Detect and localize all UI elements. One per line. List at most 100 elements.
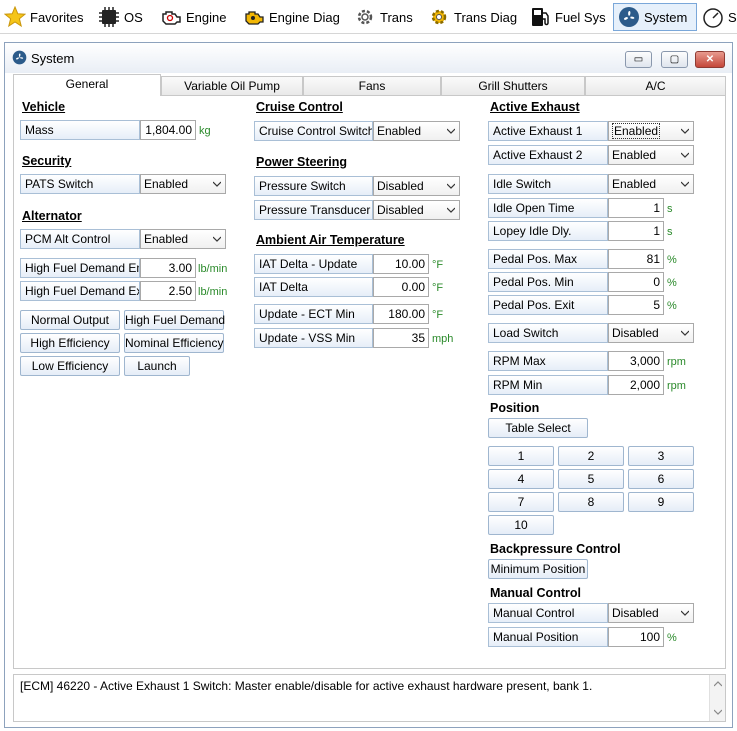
position-7-button[interactable]: 7 [488, 492, 554, 512]
idle-open-time-input[interactable]: 1 [608, 198, 664, 218]
toolbar-engine-diag[interactable]: Engine Diag [243, 3, 340, 31]
pedal-pos-exit-input[interactable]: 5 [608, 295, 664, 315]
rpm-min-input[interactable]: 2,000 [608, 375, 664, 395]
cruise-control-header: Cruise Control [256, 100, 343, 114]
pressure-transducer-value: Disabled [377, 203, 424, 217]
chevron-down-icon [681, 181, 689, 187]
active-exhaust-header: Active Exhaust [490, 100, 580, 114]
position-3-button[interactable]: 3 [628, 446, 694, 466]
chevron-down-icon [213, 181, 221, 187]
pats-switch-dropdown[interactable]: Enabled [140, 174, 226, 194]
idle-switch-dropdown[interactable]: Enabled [608, 174, 694, 194]
rpm-max-label: RPM Max [488, 351, 608, 371]
engine-diag-icon [243, 6, 265, 28]
toolbar-os[interactable]: OS [98, 3, 143, 31]
active-exhaust-1-dropdown[interactable]: Enabled [608, 121, 694, 141]
fuel-pump-icon [529, 6, 551, 28]
top-toolbar: Favorites OS Engine Engine Diag Trans Tr… [0, 0, 737, 34]
low-efficiency-button[interactable]: Low Efficiency [20, 356, 120, 376]
pressure-switch-dropdown[interactable]: Disabled [373, 176, 460, 196]
mass-input[interactable]: 1,804.00 [140, 120, 196, 140]
tab-fans[interactable]: Fans [303, 76, 441, 95]
position-5-button[interactable]: 5 [558, 469, 624, 489]
pedal-pos-min-input[interactable]: 0 [608, 272, 664, 292]
high-fuel-demand-exit-input[interactable]: 2.50 [140, 281, 196, 301]
pedal-pos-max-input[interactable]: 81 [608, 249, 664, 269]
tab-grill-shutters[interactable]: Grill Shutters [441, 76, 585, 95]
maximize-button[interactable]: ▢ [661, 51, 688, 68]
update-vss-min-input[interactable]: 35 [373, 328, 429, 348]
tab-strip: General Variable Oil Pump Fans Grill Shu… [13, 74, 726, 96]
manual-control-header: Manual Control [490, 586, 581, 600]
launch-button[interactable]: Launch [124, 356, 190, 376]
position-4-button[interactable]: 4 [488, 469, 554, 489]
toolbar-speed[interactable]: S [702, 3, 737, 31]
window-title: System [31, 51, 75, 66]
cruise-control-switch-label: Cruise Control Switch [254, 121, 373, 141]
toolbar-fuel-sys[interactable]: Fuel Sys [529, 3, 606, 31]
active-exhaust-2-label: Active Exhaust 2 [488, 145, 608, 165]
toolbar-engine[interactable]: Engine [160, 3, 226, 31]
iat-delta-unit: °F [432, 282, 444, 294]
table-select-button[interactable]: Table Select [488, 418, 588, 438]
manual-control-value: Disabled [612, 606, 659, 620]
idle-open-time-label: Idle Open Time [488, 198, 608, 218]
high-efficiency-button[interactable]: High Efficiency [20, 333, 120, 353]
pressure-transducer-label: Pressure Transducer [254, 200, 373, 220]
pressure-transducer-dropdown[interactable]: Disabled [373, 200, 460, 220]
pedal-pos-max-label: Pedal Pos. Max [488, 249, 608, 269]
star-icon [4, 6, 26, 28]
scroll-down-icon[interactable] [714, 709, 722, 715]
tab-variable-oil-pump[interactable]: Variable Oil Pump [161, 76, 303, 95]
iat-delta-update-input[interactable]: 10.00 [373, 254, 429, 274]
position-2-button[interactable]: 2 [558, 446, 624, 466]
scroll-up-icon[interactable] [714, 681, 722, 687]
high-fuel-demand-enable-unit: lb/min [198, 263, 228, 275]
normal-output-button[interactable]: Normal Output [20, 310, 120, 330]
active-exhaust-2-dropdown[interactable]: Enabled [608, 145, 694, 165]
backpressure-control-header: Backpressure Control [490, 542, 621, 556]
status-scrollbar[interactable] [709, 675, 725, 721]
minimum-position-button[interactable]: Minimum Position [488, 559, 588, 579]
fan-icon [12, 50, 27, 68]
position-10-button[interactable]: 10 [488, 515, 554, 535]
chevron-down-icon [681, 330, 689, 336]
gear-icon [354, 6, 376, 28]
chevron-down-icon [213, 236, 221, 242]
position-8-button[interactable]: 8 [558, 492, 624, 512]
mass-label: Mass [20, 120, 140, 140]
close-button[interactable]: ✕ [695, 51, 725, 68]
nominal-efficiency-button[interactable]: Nominal Efficiency [124, 333, 224, 353]
status-description-box[interactable]: [ECM] 46220 - Active Exhaust 1 Switch: M… [13, 674, 726, 722]
manual-control-dropdown[interactable]: Disabled [608, 603, 694, 623]
position-6-button[interactable]: 6 [628, 469, 694, 489]
rpm-max-input[interactable]: 3,000 [608, 351, 664, 371]
toolbar-label: Engine [186, 9, 227, 25]
toolbar-favorites[interactable]: Favorites [4, 3, 83, 31]
position-9-button[interactable]: 9 [628, 492, 694, 512]
position-1-button[interactable]: 1 [488, 446, 554, 466]
high-fuel-demand-button[interactable]: High Fuel Demand [124, 310, 225, 330]
manual-position-label: Manual Position [488, 627, 608, 647]
toolbar-label: Trans Diag [454, 9, 518, 25]
cruise-control-switch-dropdown[interactable]: Enabled [373, 121, 460, 141]
tab-general[interactable]: General [13, 74, 161, 96]
minimize-button[interactable]: ▭ [625, 51, 652, 68]
toolbar-trans[interactable]: Trans [354, 3, 413, 31]
iat-delta-input[interactable]: 0.00 [373, 277, 429, 297]
lopey-idle-delay-unit: s [667, 226, 673, 238]
load-switch-dropdown[interactable]: Disabled [608, 323, 694, 343]
toolbar-trans-diag[interactable]: Trans Diag [428, 3, 517, 31]
toolbar-label: S [728, 9, 737, 25]
vehicle-header: Vehicle [22, 100, 66, 114]
tab-ac[interactable]: A/C [585, 76, 726, 95]
update-ect-min-input[interactable]: 180.00 [373, 304, 429, 324]
high-fuel-demand-enable-input[interactable]: 3.00 [140, 258, 196, 278]
manual-position-input[interactable]: 100 [608, 627, 664, 647]
alternator-header: Alternator [22, 209, 82, 223]
toolbar-label: Trans [380, 9, 413, 25]
pcm-alt-control-dropdown[interactable]: Enabled [140, 229, 226, 249]
toolbar-system[interactable]: System [613, 3, 697, 31]
lopey-idle-delay-label: Lopey Idle Dly. [488, 221, 608, 241]
lopey-idle-delay-input[interactable]: 1 [608, 221, 664, 241]
